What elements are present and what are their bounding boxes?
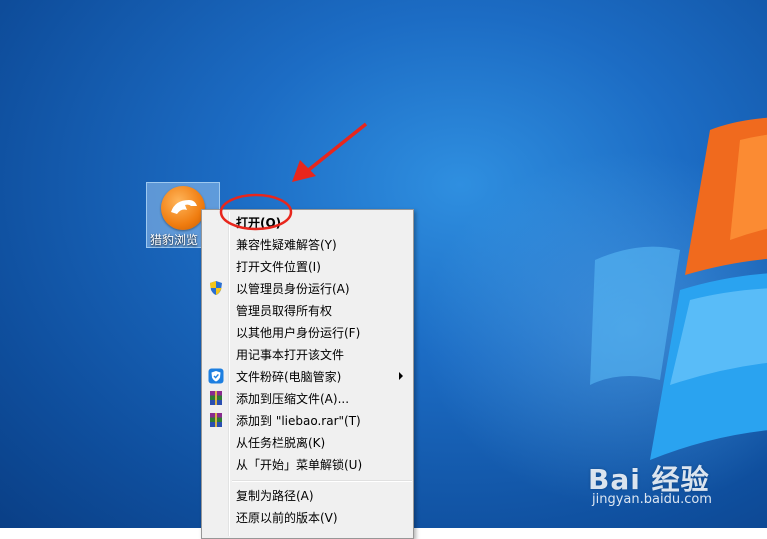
menu-item-label: 用记事本打开该文件	[236, 348, 345, 362]
menu-item-label: 兼容性疑难解答(Y)	[236, 238, 337, 252]
menu-item-label: 以其他用户身份运行(F)	[236, 326, 361, 340]
menu-item-run-as-admin[interactable]: 以管理员身份运行(A)	[204, 277, 411, 299]
menu-item-add-to-archive[interactable]: 添加到压缩文件(A)...	[204, 387, 411, 409]
menu-item-copy-as-path[interactable]: 复制为路径(A)	[204, 484, 411, 506]
liebao-browser-icon	[161, 186, 205, 230]
winrar-icon	[208, 412, 224, 428]
menu-item-unpin-from-start-menu[interactable]: 从「开始」菜单解锁(U)	[204, 453, 411, 475]
menu-item-label: 管理员取得所有权	[236, 304, 333, 318]
menu-item-compatibility-troubleshoot[interactable]: 兼容性疑难解答(Y)	[204, 233, 411, 255]
submenu-arrow-icon	[399, 372, 403, 380]
menu-item-label: 复制为路径(A)	[236, 489, 314, 503]
menu-item-add-to-liebao-rar[interactable]: 添加到 "liebao.rar"(T)	[204, 409, 411, 431]
menu-item-label: 还原以前的版本(V)	[236, 511, 338, 525]
baidu-jingyan-watermark: Bai 经验 jingyan.baidu.com	[588, 458, 712, 507]
menu-item-label: 添加到 "liebao.rar"(T)	[236, 414, 361, 428]
menu-item-file-shredder[interactable]: 文件粉碎(电脑管家)	[204, 365, 411, 387]
watermark-url: jingyan.baidu.com	[592, 492, 712, 507]
menu-item-label: 添加到压缩文件(A)...	[236, 392, 350, 406]
menu-item-label: 文件粉碎(电脑管家)	[236, 370, 342, 384]
menu-item-take-ownership[interactable]: 管理员取得所有权	[204, 299, 411, 321]
menu-item-label: 以管理员身份运行(A)	[236, 282, 350, 296]
menu-item-run-as-other-user[interactable]: 以其他用户身份运行(F)	[204, 321, 411, 343]
menu-item-label: 打开(O)	[236, 216, 282, 230]
menu-item-unpin-from-taskbar[interactable]: 从任务栏脱离(K)	[204, 431, 411, 453]
context-menu: 打开(O) 兼容性疑难解答(Y) 打开文件位置(I) 以管理员身份运行(A) 管…	[201, 209, 414, 539]
tencent-pc-manager-icon	[208, 368, 224, 384]
menu-item-open-file-location[interactable]: 打开文件位置(I)	[204, 255, 411, 277]
menu-item-label: 打开文件位置(I)	[236, 260, 321, 274]
menu-separator	[232, 480, 412, 482]
menu-item-open-with-notepad[interactable]: 用记事本打开该文件	[204, 343, 411, 365]
windows-logo-icon	[590, 117, 767, 460]
menu-item-open[interactable]: 打开(O)	[204, 211, 411, 233]
uac-shield-icon	[208, 280, 224, 296]
menu-item-label: 从「开始」菜单解锁(U)	[236, 458, 363, 472]
menu-item-restore-previous-versions[interactable]: 还原以前的版本(V)	[204, 506, 411, 528]
menu-item-label: 从任务栏脱离(K)	[236, 436, 326, 450]
winrar-icon	[208, 390, 224, 406]
